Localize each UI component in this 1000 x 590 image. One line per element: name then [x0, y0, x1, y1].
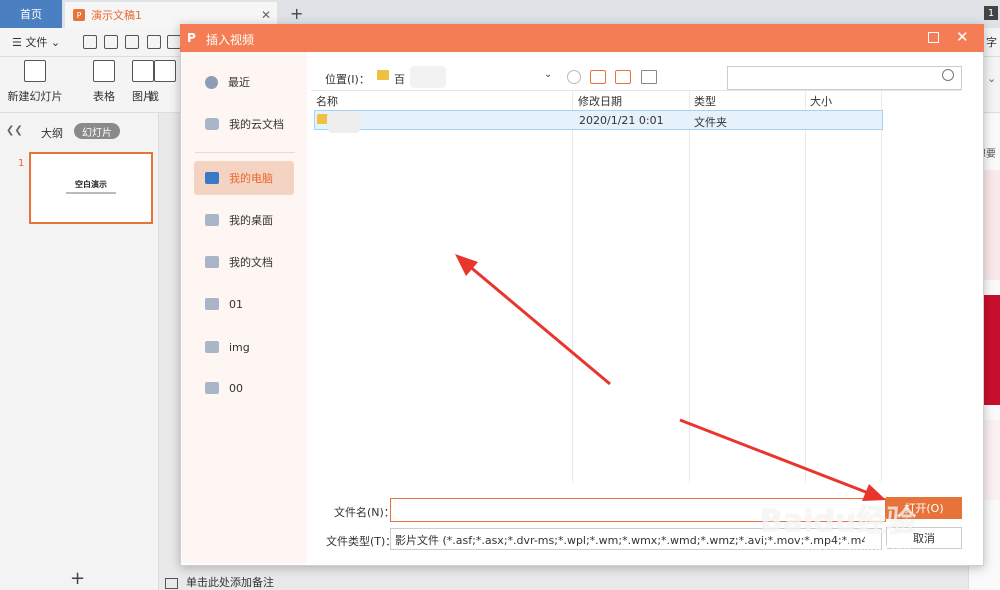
annotation-arrow	[679, 418, 886, 501]
annotation-arrow	[455, 254, 611, 386]
baidu-watermark: Baidu经验 jingyan.baidu.com	[760, 496, 960, 576]
watermark-brand: Baidu经验	[760, 504, 917, 539]
watermark-url: jingyan.baidu.com	[800, 540, 911, 554]
